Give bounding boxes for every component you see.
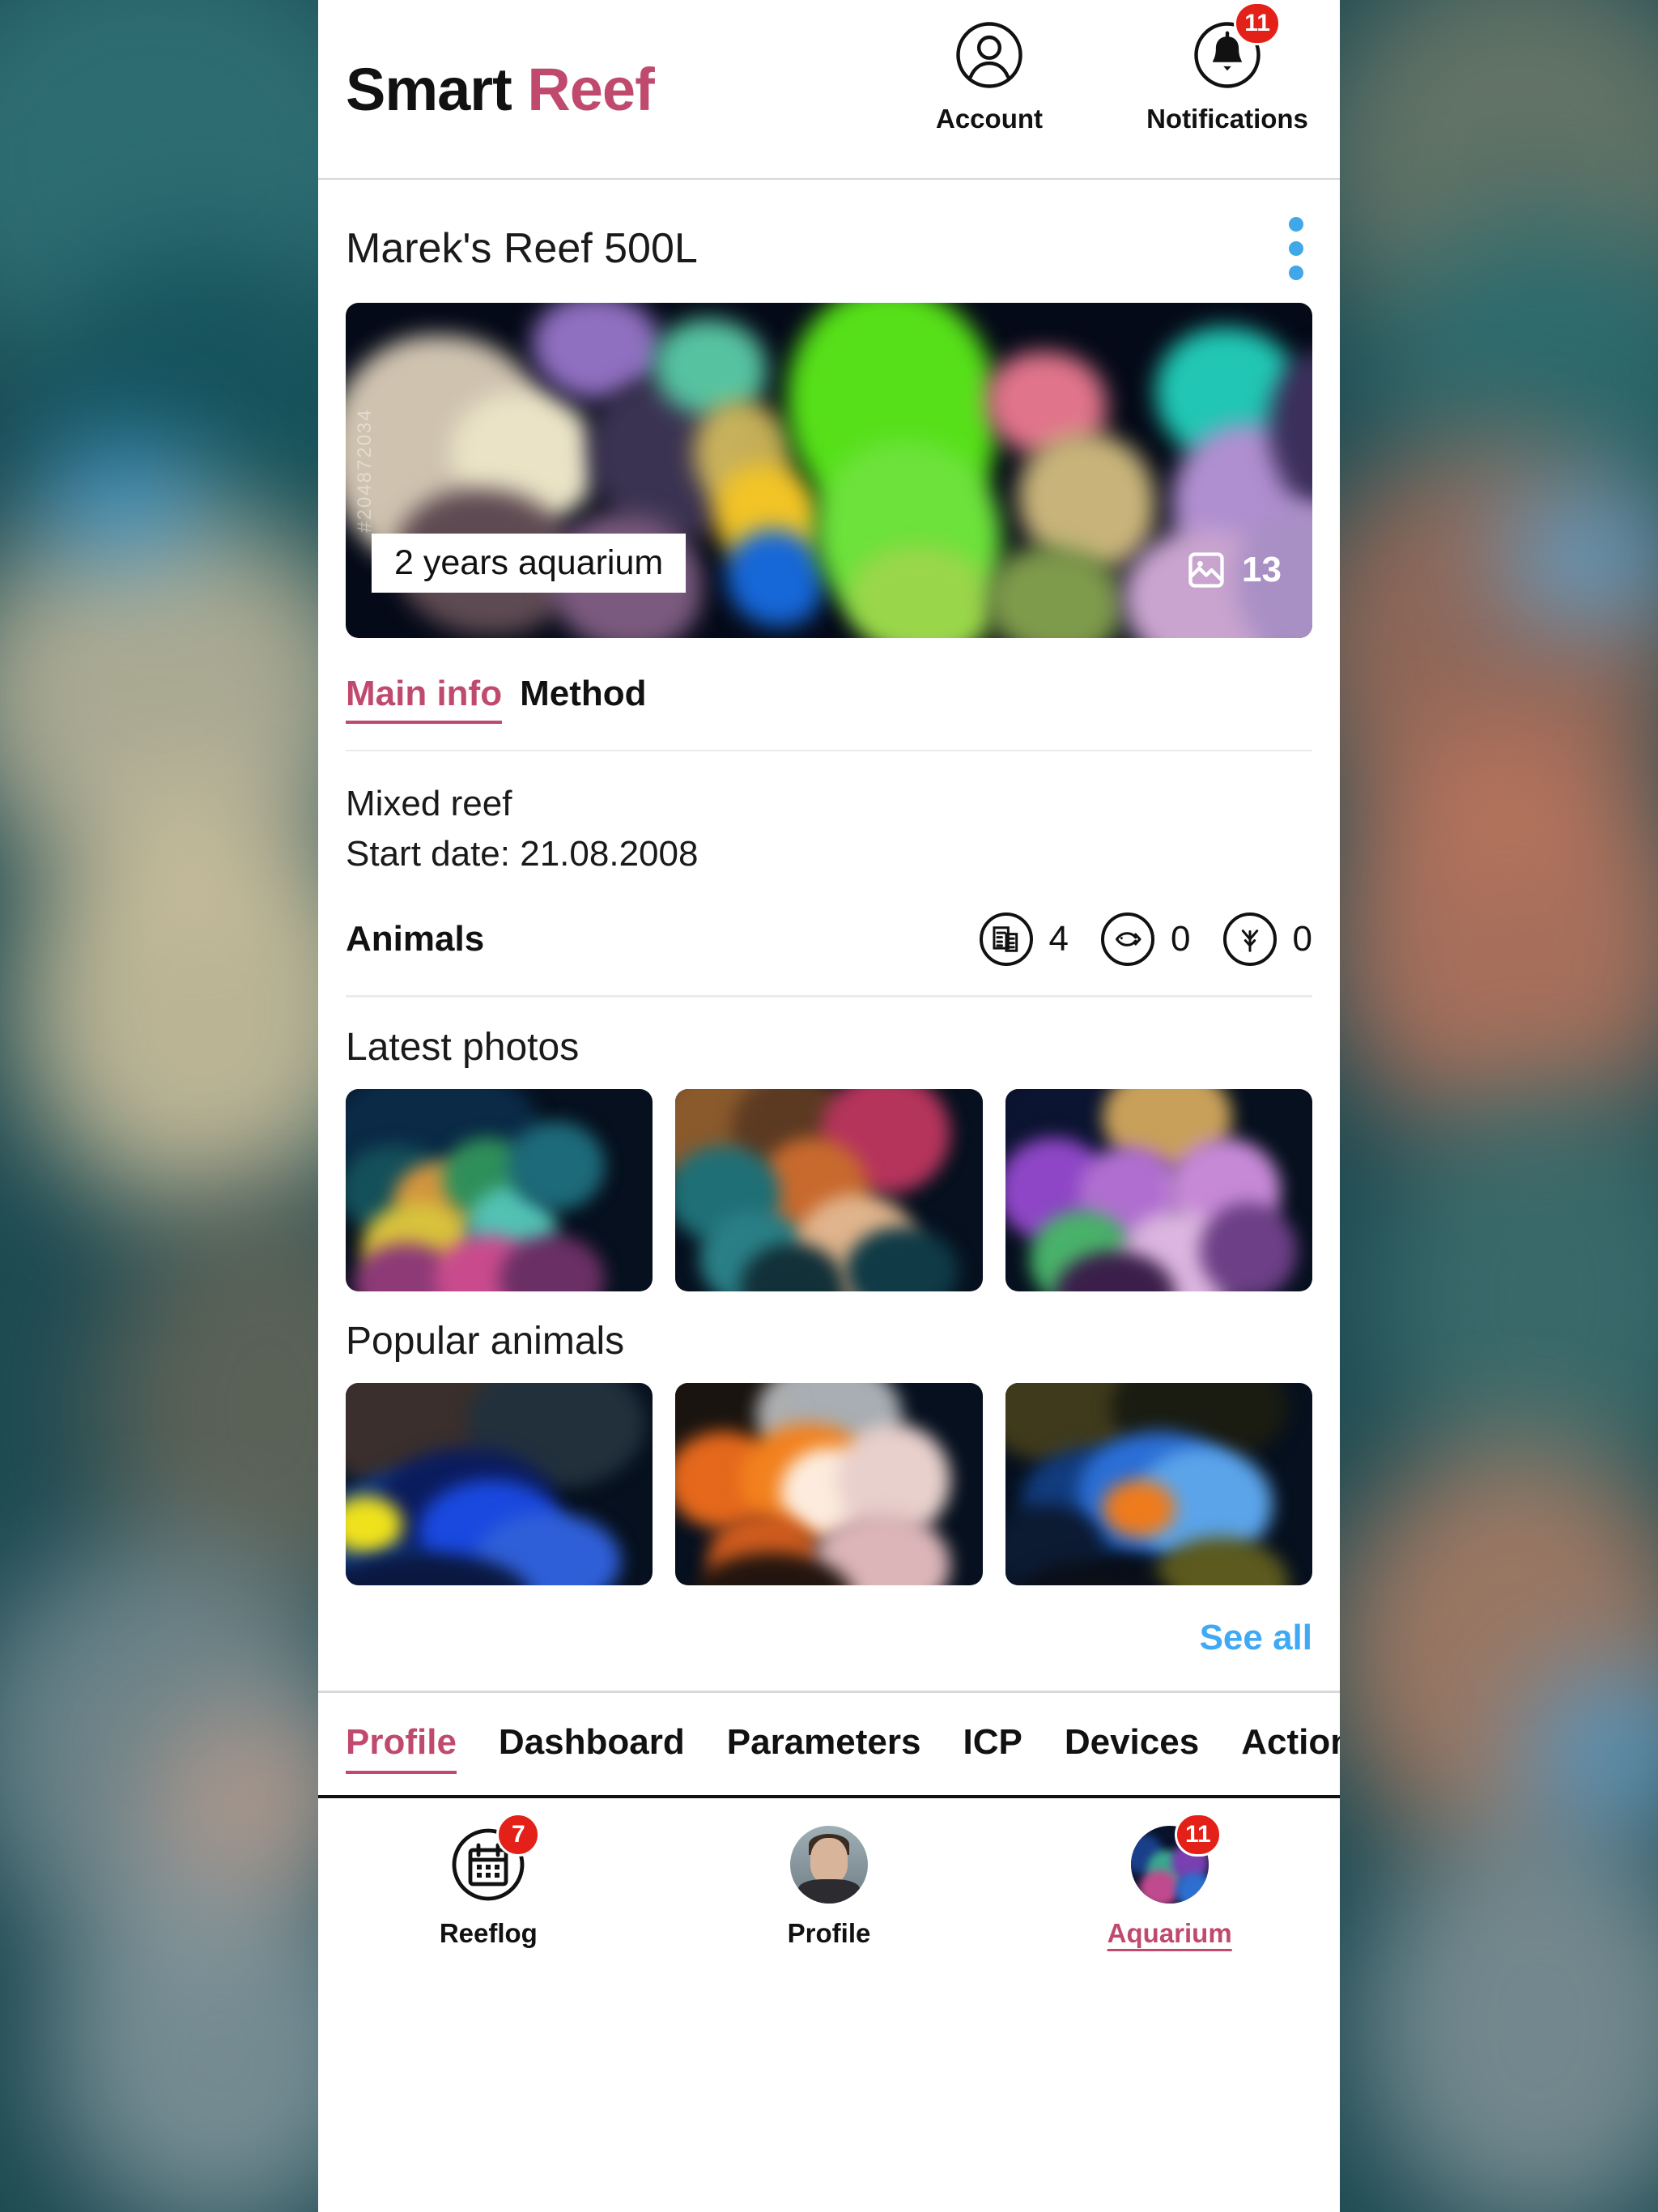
hero-watermark: #204872034 [354, 408, 376, 533]
animal-count-fish[interactable]: 0 [1101, 912, 1191, 966]
account-label: Account [936, 104, 1043, 134]
header-actions: Account 11 Notifications [904, 0, 1312, 178]
aquarium-type: Mixed reef [346, 784, 512, 823]
aquarium-hero-photo[interactable]: #204872034 2 years aquarium 13 [346, 303, 1312, 638]
avatar-head [810, 1838, 848, 1884]
hero-photo-count[interactable]: 13 [1185, 549, 1282, 591]
tab-parameters[interactable]: Parameters [709, 1722, 946, 1771]
user-avatar [790, 1825, 868, 1904]
notifications-label: Notifications [1146, 104, 1308, 134]
aquarium-title-row: Marek's Reef 500L [318, 180, 1340, 303]
animals-summary: Animals 4 0 0 [318, 880, 1340, 966]
see-all-link[interactable]: See all [1200, 1618, 1312, 1658]
list-item[interactable] [675, 1382, 983, 1585]
list-item[interactable] [675, 1088, 983, 1291]
reeflog-badge: 7 [496, 1812, 541, 1857]
coral-cards-icon [979, 912, 1033, 966]
calendar-icon: 7 [449, 1812, 541, 1904]
tab-actions[interactable]: Actions [1223, 1722, 1340, 1771]
animal-count-corals[interactable]: 4 [979, 912, 1069, 966]
brand-first: Smart [346, 55, 512, 123]
list-item[interactable] [346, 1382, 653, 1585]
bottom-nav-profile-label: Profile [787, 1917, 871, 1948]
tab-dashboard[interactable]: Dashboard [481, 1722, 709, 1771]
coral-count-value: 4 [1048, 918, 1069, 959]
list-item[interactable] [346, 1088, 653, 1291]
animal-artwork [675, 1382, 982, 1585]
app-logo[interactable]: Smart Reef [346, 55, 655, 124]
notifications-button[interactable]: 11 Notifications [1142, 2, 1312, 134]
popular-animals-list [318, 1382, 1340, 1585]
animal-count-plants[interactable]: 0 [1222, 912, 1312, 966]
aquarium-start-date: Start date: 21.08.2008 [346, 834, 699, 874]
aquarium-avatar: 11 [1130, 1812, 1222, 1904]
image-icon [1185, 549, 1227, 591]
popular-animals-title: Popular animals [346, 1319, 625, 1363]
aquarium-badge: 11 [1174, 1812, 1222, 1857]
kebab-menu-icon[interactable] [1280, 212, 1312, 285]
fish-count-value: 0 [1171, 918, 1191, 959]
tab-icp[interactable]: ICP [945, 1722, 1046, 1771]
animal-artwork [346, 1382, 653, 1585]
plant-branch-icon [1222, 912, 1277, 966]
app-header: Smart Reef Account 11 Notifications [318, 0, 1340, 180]
account-circle-icon [954, 19, 1025, 91]
fish-icon [1101, 912, 1155, 966]
aquarium-name: Marek's Reef 500L [346, 225, 698, 272]
bottom-nav-aquarium[interactable]: 11 Aquarium [999, 1812, 1340, 1949]
see-all-row: See all [318, 1585, 1340, 1691]
info-tabs: Main info Method [318, 638, 1340, 724]
brand-second: Reef [527, 55, 654, 123]
tab-profile[interactable]: Profile [346, 1722, 457, 1774]
animal-counts: 4 0 0 [979, 912, 1312, 966]
photo-artwork [346, 1088, 653, 1291]
plant-count-value: 0 [1292, 918, 1312, 959]
list-item[interactable] [1005, 1088, 1312, 1291]
bottom-nav-profile[interactable]: Profile [659, 1825, 1000, 1949]
bell-icon: 11 [1192, 2, 1281, 91]
notifications-badge: 11 [1234, 2, 1281, 45]
tab-main-info[interactable]: Main info [346, 674, 503, 724]
section-tabs: Profile Dashboard Parameters ICP Devices… [318, 1693, 1340, 1795]
account-button[interactable]: Account [904, 19, 1074, 134]
avatar-body [798, 1878, 860, 1904]
tab-devices[interactable]: Devices [1047, 1722, 1223, 1771]
photo-artwork [1005, 1088, 1312, 1291]
list-item[interactable] [1005, 1382, 1312, 1585]
avatar [790, 1825, 868, 1904]
aquarium-age-chip: 2 years aquarium [372, 534, 687, 593]
latest-photos-list [318, 1088, 1340, 1291]
aquarium-meta: Mixed reef Start date: 21.08.2008 [318, 751, 1340, 880]
phone-screen: Smart Reef Account 11 Notifications Mare… [318, 0, 1340, 2212]
latest-photos-title: Latest photos [346, 1025, 580, 1069]
bottom-nav-aquarium-label: Aquarium [1107, 1917, 1232, 1948]
bottom-nav-reeflog-label: Reeflog [439, 1917, 538, 1948]
photo-artwork [675, 1088, 982, 1291]
bottom-nav-reeflog[interactable]: 7 Reeflog [318, 1812, 659, 1949]
animal-artwork [1005, 1382, 1312, 1585]
photo-count-value: 13 [1242, 550, 1282, 589]
bottom-navigation: 7 Reeflog Profile 11 Aquarium [318, 1794, 1340, 1988]
tab-method[interactable]: Method [520, 674, 646, 721]
animals-title: Animals [346, 918, 485, 959]
